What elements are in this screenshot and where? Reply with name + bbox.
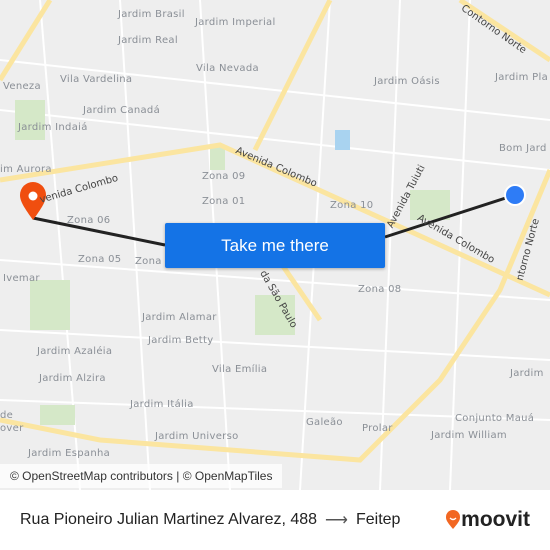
map-label: Prolar bbox=[362, 423, 393, 434]
map-label: im Aurora bbox=[0, 164, 52, 175]
map-label: Jardim Indaiá bbox=[18, 122, 88, 133]
map-label: Zona 08 bbox=[358, 284, 402, 295]
map-label: Vila Vardelina bbox=[60, 74, 133, 85]
map-label: Jardim Azaléia bbox=[37, 346, 113, 357]
map-label: Ivemar bbox=[3, 273, 40, 284]
map-label: Jardim Imperial bbox=[195, 17, 276, 28]
map-label: Conjunto Mauá bbox=[455, 413, 535, 424]
map-label: Jardim Real bbox=[118, 35, 178, 46]
moovit-pin-icon bbox=[446, 510, 461, 529]
map-label: Jardim Oásis bbox=[374, 76, 440, 87]
map-label: Vila Nevada bbox=[196, 63, 259, 74]
origin-marker bbox=[504, 184, 526, 206]
map-label: Jardim Espanha bbox=[28, 448, 111, 459]
map-label: Veneza bbox=[3, 81, 41, 92]
map-label: over bbox=[0, 423, 24, 434]
map-label: Galeão bbox=[306, 417, 343, 428]
map-label: Vila Emília bbox=[212, 364, 268, 375]
map-label: Zona 05 bbox=[78, 254, 122, 265]
map-label: de bbox=[0, 410, 14, 421]
destination-label: Feitep bbox=[355, 511, 401, 528]
map-label: Jardim Pla bbox=[495, 72, 548, 83]
map-label: Jardim Itália bbox=[130, 399, 194, 410]
map-label: Zona 09 bbox=[202, 171, 246, 182]
map-label: Jardim bbox=[510, 368, 544, 379]
map-label: Jardim William bbox=[431, 430, 507, 441]
map-label: Bom Jard bbox=[499, 143, 547, 154]
map-label: Zona bbox=[135, 256, 162, 267]
map[interactable]: Jardim Brasil Jardim Imperial Jardim Rea… bbox=[0, 0, 550, 490]
map-label: Jardim Betty bbox=[148, 335, 214, 346]
map-label: Zona 01 bbox=[202, 196, 246, 207]
moovit-logo: moovit bbox=[445, 508, 530, 532]
map-label: Zona 10 bbox=[330, 200, 374, 211]
map-label: Jardim Alamar bbox=[142, 312, 217, 323]
map-label: Jardim Alzira bbox=[39, 373, 106, 384]
take-me-there-button[interactable]: Take me there bbox=[165, 223, 385, 268]
map-label: Jardim Canadá bbox=[83, 105, 161, 116]
map-label: Jardim Universo bbox=[155, 431, 239, 442]
map-label: Jardim Brasil bbox=[118, 9, 185, 20]
arrow-right-icon: ⟶ bbox=[325, 512, 348, 529]
map-label: Zona 06 bbox=[67, 215, 111, 226]
origin-label: Rua Pioneiro Julian Martinez Alvarez, 48… bbox=[20, 511, 318, 528]
map-attribution[interactable]: © OpenStreetMap contributors | © OpenMap… bbox=[0, 464, 283, 488]
